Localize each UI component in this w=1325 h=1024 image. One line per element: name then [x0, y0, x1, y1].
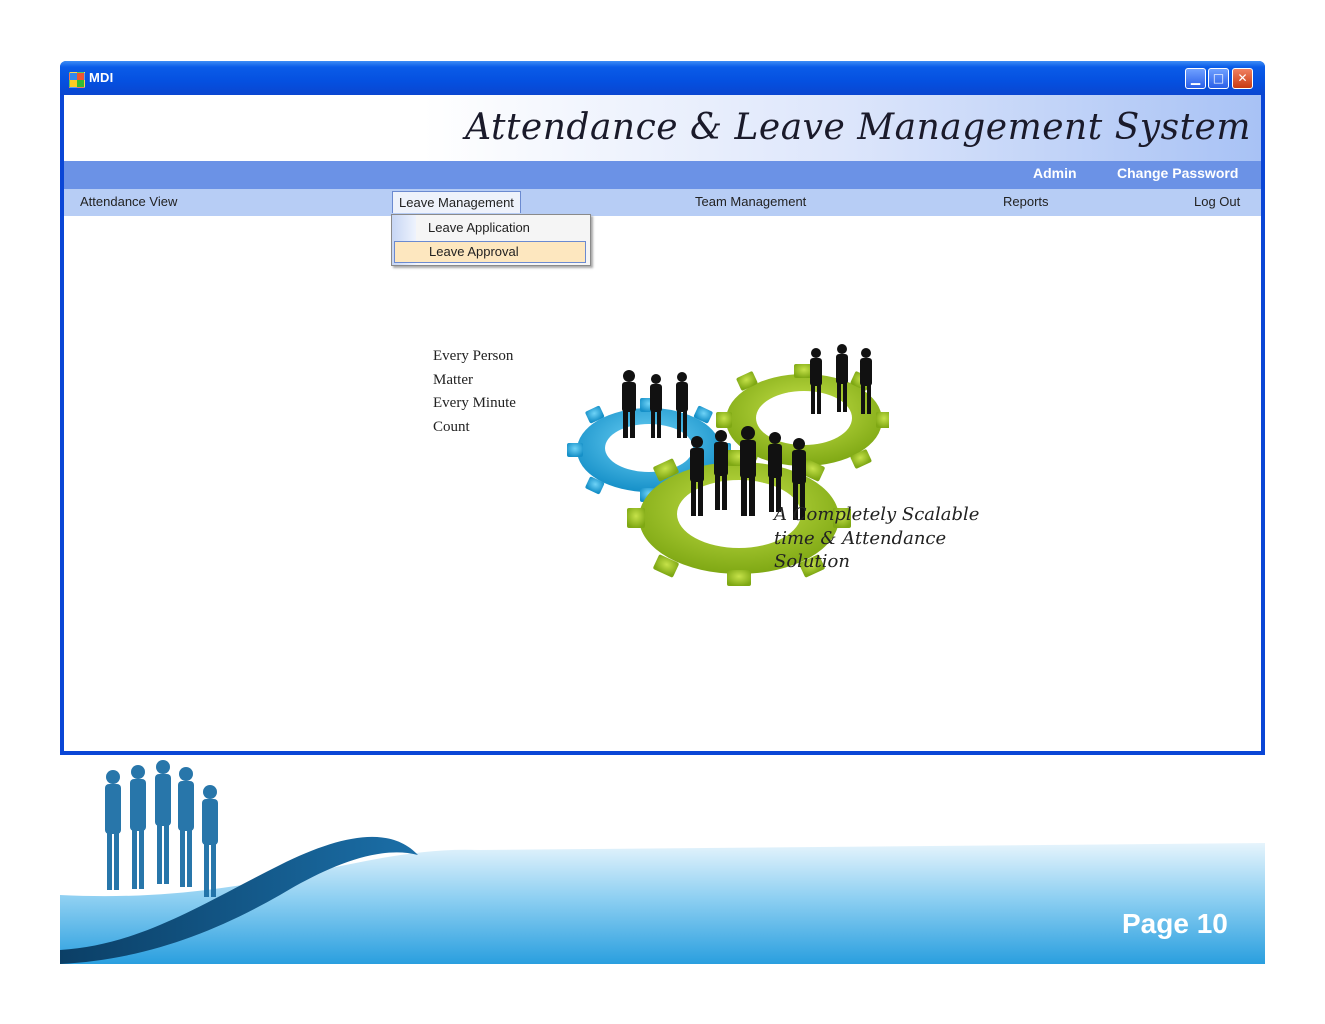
slogan-line: Matter: [433, 371, 473, 388]
minimize-icon: ▁: [1190, 71, 1201, 85]
mdi-window: MDI ▁ □ ✕ Attendance & Leave Management …: [60, 61, 1265, 755]
slide-footer: [60, 760, 1265, 964]
menu-reports[interactable]: Reports: [1003, 194, 1049, 209]
menu-item-leave-application[interactable]: Leave Application: [394, 217, 586, 239]
maximize-icon: □: [1212, 71, 1225, 85]
admin-bar: Admin Change Password: [64, 161, 1261, 189]
menu-bar: Attendance View Leave Management Team Ma…: [64, 189, 1261, 216]
slogan-line: Every Person: [433, 348, 514, 364]
change-password-link[interactable]: Change Password: [1117, 165, 1238, 181]
menu-attendance-view[interactable]: Attendance View: [80, 194, 177, 209]
menu-log-out[interactable]: Log Out: [1194, 194, 1240, 209]
window-title: MDI: [89, 70, 114, 85]
slogan-line: A Completely Scalable: [774, 504, 980, 525]
client-area: Attendance & Leave Management System Adm…: [64, 95, 1261, 751]
slogan-left: Every Person Matter Every Minute Count: [433, 345, 516, 439]
leave-management-dropdown: Leave Application Leave Approval: [391, 214, 591, 266]
footer-people-icon: [105, 760, 218, 897]
title-bar[interactable]: MDI ▁ □ ✕: [60, 61, 1265, 95]
close-icon: ✕: [1237, 71, 1248, 85]
menu-item-leave-approval[interactable]: Leave Approval: [394, 241, 586, 263]
app-icon: [69, 72, 85, 88]
menu-item-label: Leave Approval: [429, 244, 519, 259]
menu-team-management[interactable]: Team Management: [695, 194, 806, 209]
slogan-line: Solution: [774, 551, 850, 572]
menu-item-label: Leave Application: [428, 220, 530, 235]
slogan-line: Count: [433, 418, 470, 435]
minimize-button[interactable]: ▁: [1185, 68, 1206, 89]
slogan-line: time & Attendance: [774, 527, 947, 549]
menu-leave-management[interactable]: Leave Management: [392, 191, 521, 213]
header-banner: Attendance & Leave Management System: [64, 95, 1261, 161]
slogan-right: A Completely Scalable time & Attendance …: [774, 503, 979, 574]
page-number: Page 10: [1122, 908, 1228, 939]
app-title: Attendance & Leave Management System: [465, 107, 1251, 148]
maximize-button[interactable]: □: [1208, 68, 1229, 89]
slogan-line: Every Minute: [433, 395, 516, 411]
close-button[interactable]: ✕: [1232, 68, 1253, 89]
admin-label: Admin: [1033, 165, 1077, 181]
